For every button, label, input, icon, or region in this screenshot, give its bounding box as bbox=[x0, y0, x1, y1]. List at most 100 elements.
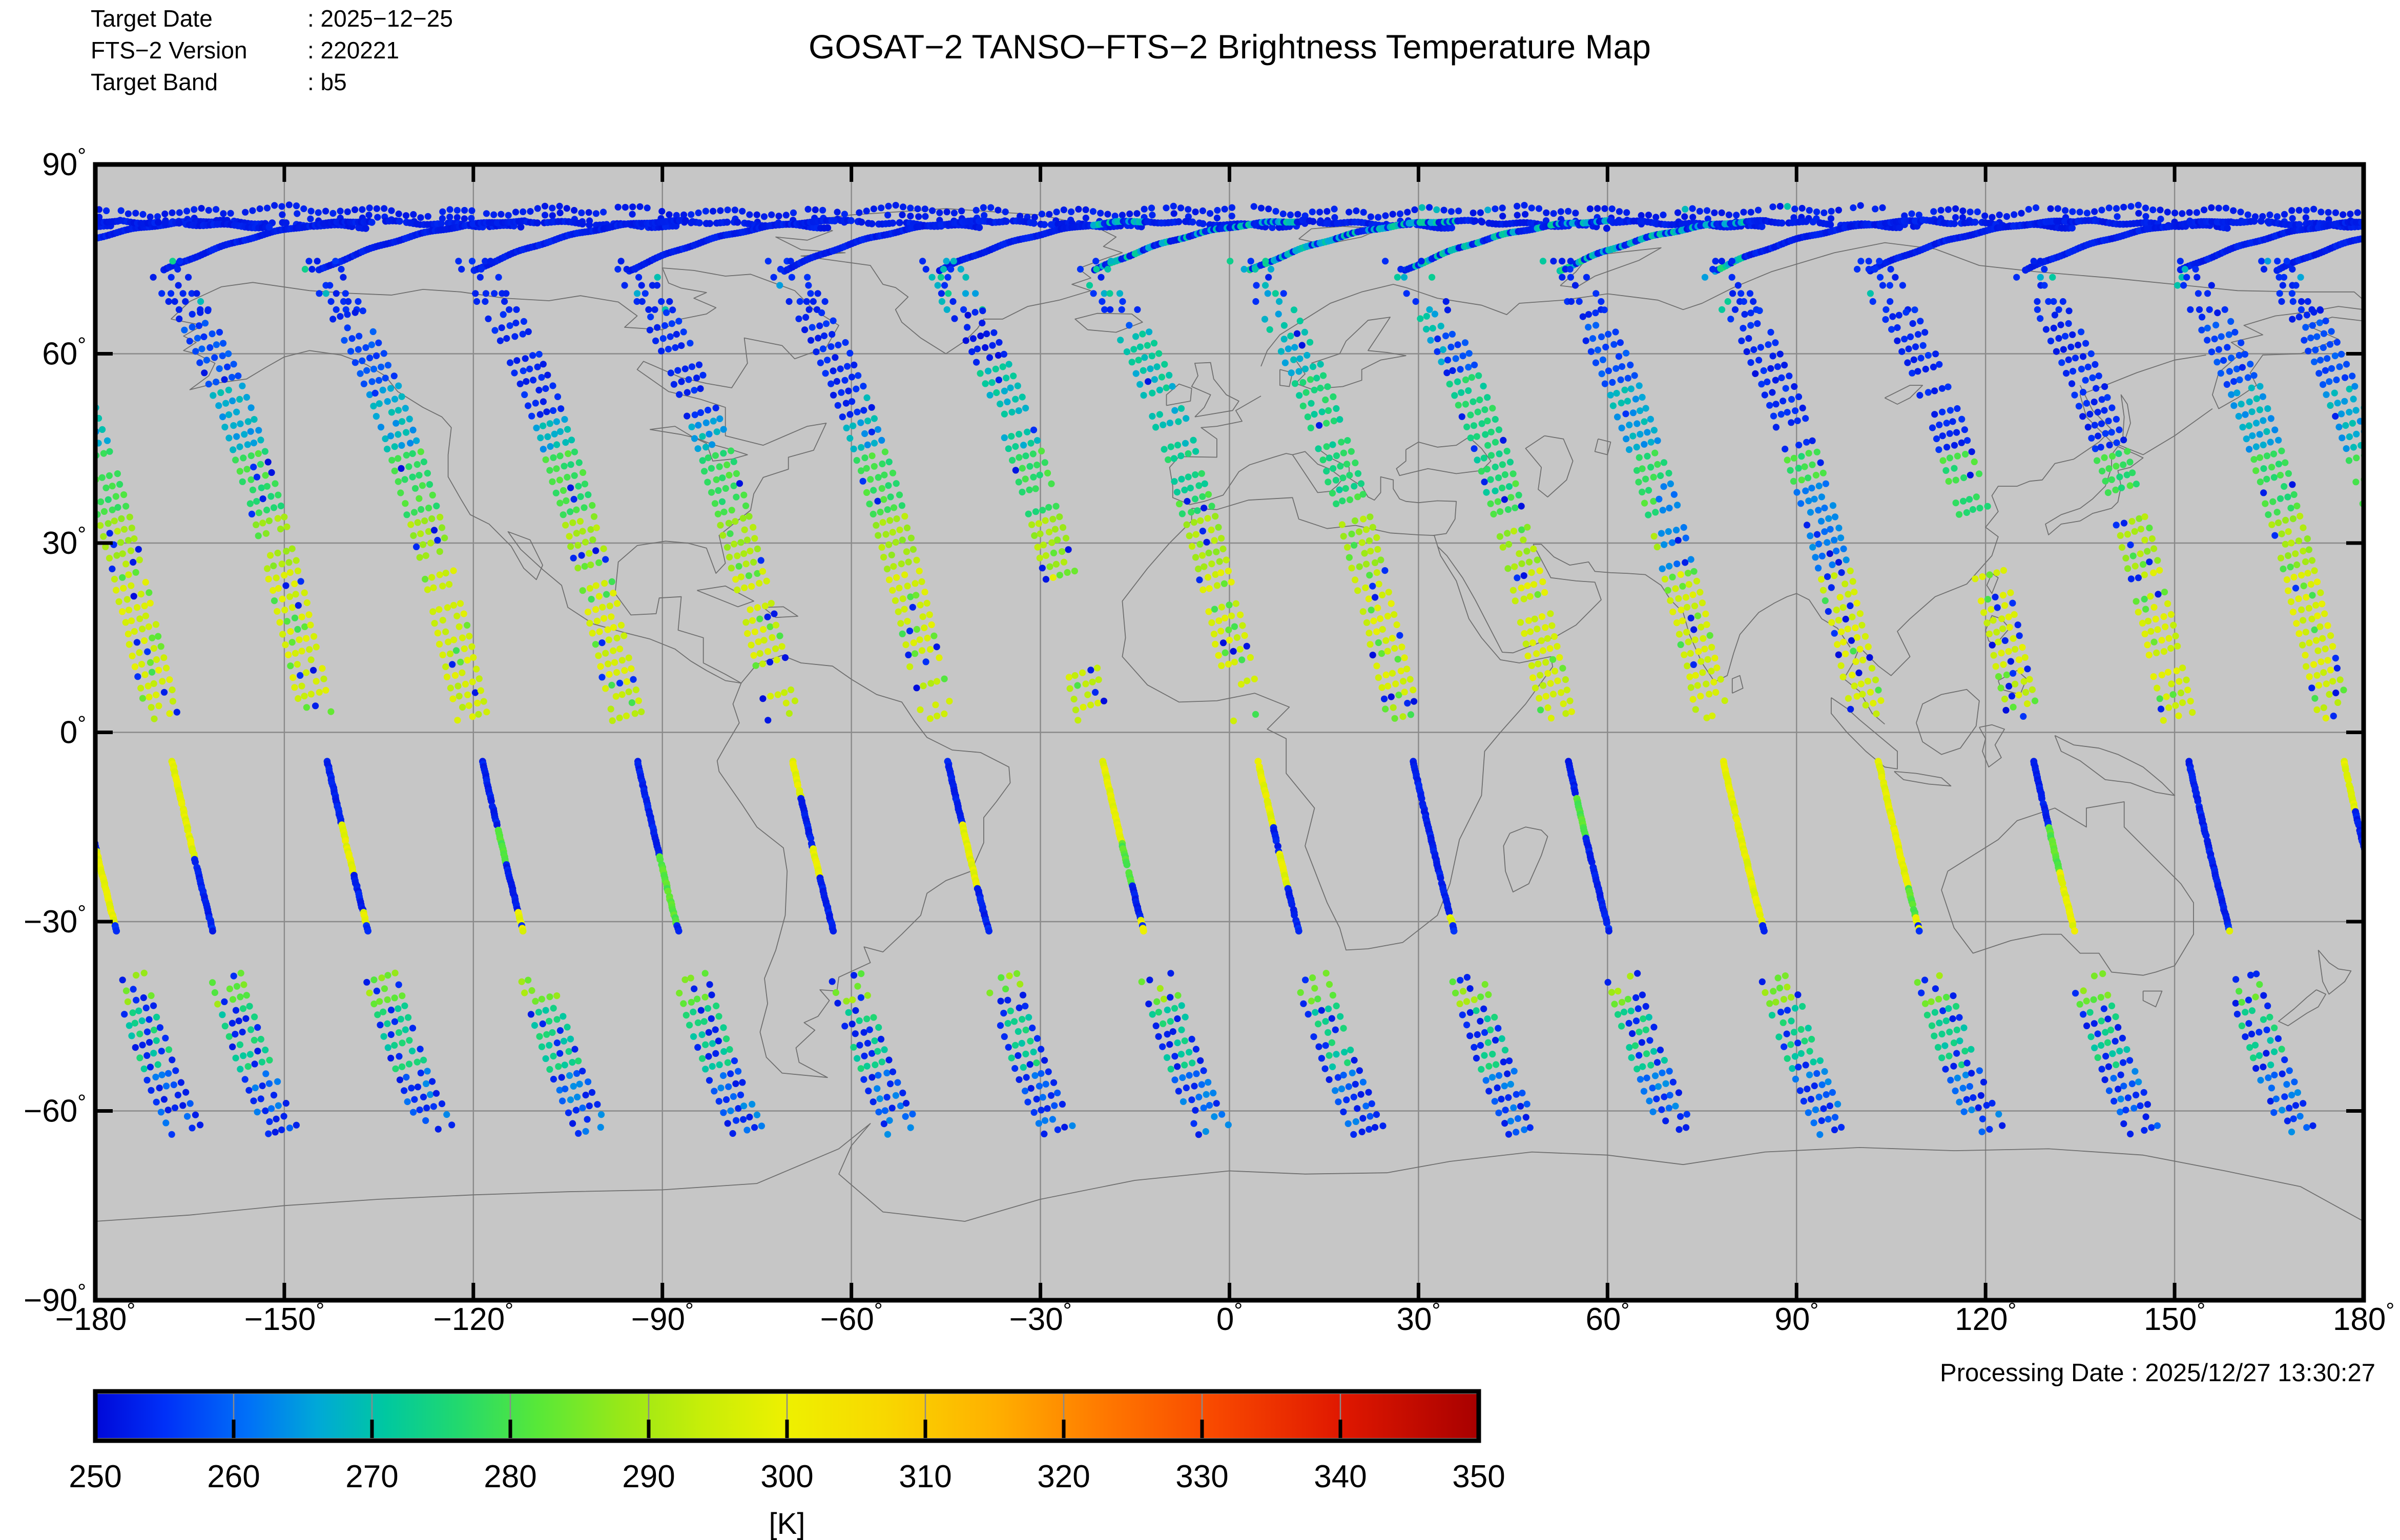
observation-dot bbox=[654, 274, 661, 281]
observation-dot bbox=[1344, 1059, 1351, 1066]
observation-dot bbox=[1551, 668, 1559, 675]
observation-dot bbox=[1016, 1004, 1023, 1011]
observation-dot bbox=[907, 204, 914, 212]
observation-dot bbox=[1461, 339, 1469, 346]
observation-dot bbox=[988, 379, 996, 386]
observation-dot bbox=[1038, 1107, 1045, 1114]
observation-dot bbox=[1429, 325, 1436, 332]
observation-dot bbox=[402, 405, 409, 412]
observation-dot bbox=[1487, 500, 1494, 507]
observation-dot bbox=[1509, 587, 1517, 594]
observation-dot bbox=[827, 380, 835, 387]
observation-dot bbox=[1201, 563, 1208, 570]
observation-dot bbox=[562, 522, 569, 529]
observation-dot bbox=[711, 500, 719, 507]
observation-dot bbox=[1331, 205, 1338, 213]
observation-dot bbox=[1033, 437, 1041, 444]
observation-dot bbox=[205, 381, 212, 388]
observation-dot bbox=[285, 559, 293, 566]
observation-dot bbox=[1474, 456, 1481, 464]
observation-dot bbox=[1400, 678, 1407, 685]
observation-dot bbox=[1666, 1092, 1673, 1099]
observation-dot bbox=[1536, 567, 1543, 574]
observation-dot bbox=[1322, 1018, 1329, 1025]
observation-dot bbox=[1022, 452, 1029, 460]
observation-dot bbox=[307, 621, 314, 629]
observation-dot bbox=[418, 506, 425, 513]
observation-dot bbox=[1171, 478, 1178, 485]
observation-dot bbox=[1051, 1102, 1058, 1109]
observation-dot bbox=[1022, 1087, 1029, 1095]
observation-dot bbox=[1487, 1026, 1494, 1033]
observation-dot bbox=[457, 658, 464, 665]
observation-dot bbox=[1190, 436, 1197, 444]
observation-dot bbox=[983, 330, 990, 338]
observation-dot bbox=[266, 1056, 273, 1064]
observation-dot bbox=[503, 335, 510, 342]
observation-dot bbox=[556, 209, 564, 217]
observation-dot bbox=[1908, 210, 1915, 217]
observation-dot bbox=[1697, 693, 1704, 700]
observation-dot bbox=[232, 456, 239, 464]
observation-dot bbox=[724, 1059, 731, 1066]
observation-dot bbox=[907, 534, 915, 542]
observation-dot bbox=[1192, 448, 1199, 455]
observation-dot bbox=[1228, 612, 1235, 619]
observation-dot bbox=[1609, 402, 1617, 409]
observation-dot bbox=[1017, 981, 1024, 988]
observation-dot bbox=[1451, 392, 1458, 399]
observation-dot bbox=[592, 210, 599, 217]
observation-dot bbox=[1487, 452, 1495, 459]
observation-dot bbox=[189, 310, 196, 318]
target-date-value: : 2025−12−25 bbox=[307, 5, 453, 32]
observation-dot bbox=[571, 472, 578, 479]
observation-dot bbox=[684, 389, 691, 396]
observation-dot bbox=[767, 693, 774, 700]
observation-dot bbox=[1457, 976, 1464, 984]
observation-dot bbox=[863, 489, 871, 496]
observation-dot bbox=[856, 1017, 863, 1024]
observation-dot bbox=[1791, 205, 1798, 213]
observation-dot bbox=[977, 332, 984, 340]
observation-dot bbox=[868, 1050, 876, 1057]
observation-dot bbox=[2149, 206, 2157, 214]
observation-dot bbox=[1439, 346, 1446, 353]
observation-dot bbox=[567, 508, 574, 515]
observation-dot bbox=[2274, 258, 2281, 265]
observation-dot bbox=[1520, 595, 1527, 602]
observation-dot bbox=[1045, 1068, 1052, 1075]
observation-dot bbox=[1612, 328, 1619, 336]
observation-dot bbox=[1213, 582, 1221, 589]
observation-dot bbox=[1492, 463, 1499, 471]
observation-dot bbox=[1094, 699, 1102, 706]
observation-dot bbox=[628, 665, 635, 672]
observation-dot bbox=[871, 1037, 878, 1045]
observation-dot bbox=[395, 478, 402, 485]
observation-dot bbox=[430, 1103, 438, 1110]
observation-dot bbox=[1161, 446, 1168, 453]
observation-dot bbox=[756, 615, 763, 622]
observation-dot bbox=[1201, 505, 1208, 512]
observation-dot bbox=[705, 1029, 712, 1036]
observation-dot bbox=[1223, 556, 1230, 564]
observation-dot bbox=[189, 323, 196, 331]
observation-dot bbox=[551, 430, 558, 438]
observation-dot bbox=[2336, 363, 2343, 370]
observation-dot bbox=[1027, 1085, 1035, 1092]
observation-dot bbox=[1196, 540, 1204, 548]
observation-dot bbox=[875, 1024, 882, 1031]
observation-dot bbox=[1189, 218, 1196, 226]
observation-dot bbox=[1236, 646, 1244, 653]
observation-dot bbox=[832, 354, 839, 361]
observation-dot bbox=[292, 591, 299, 598]
observation-dot bbox=[1484, 394, 1491, 401]
observation-dot bbox=[2301, 337, 2308, 344]
observation-dot bbox=[1482, 1077, 1489, 1084]
observation-dot bbox=[936, 654, 943, 661]
observation-dot bbox=[1216, 558, 1223, 565]
observation-dot bbox=[1379, 591, 1386, 598]
observation-dot bbox=[246, 1051, 254, 1058]
observation-dot bbox=[940, 265, 947, 273]
observation-dot bbox=[1140, 927, 1147, 935]
observation-dot bbox=[301, 623, 308, 630]
